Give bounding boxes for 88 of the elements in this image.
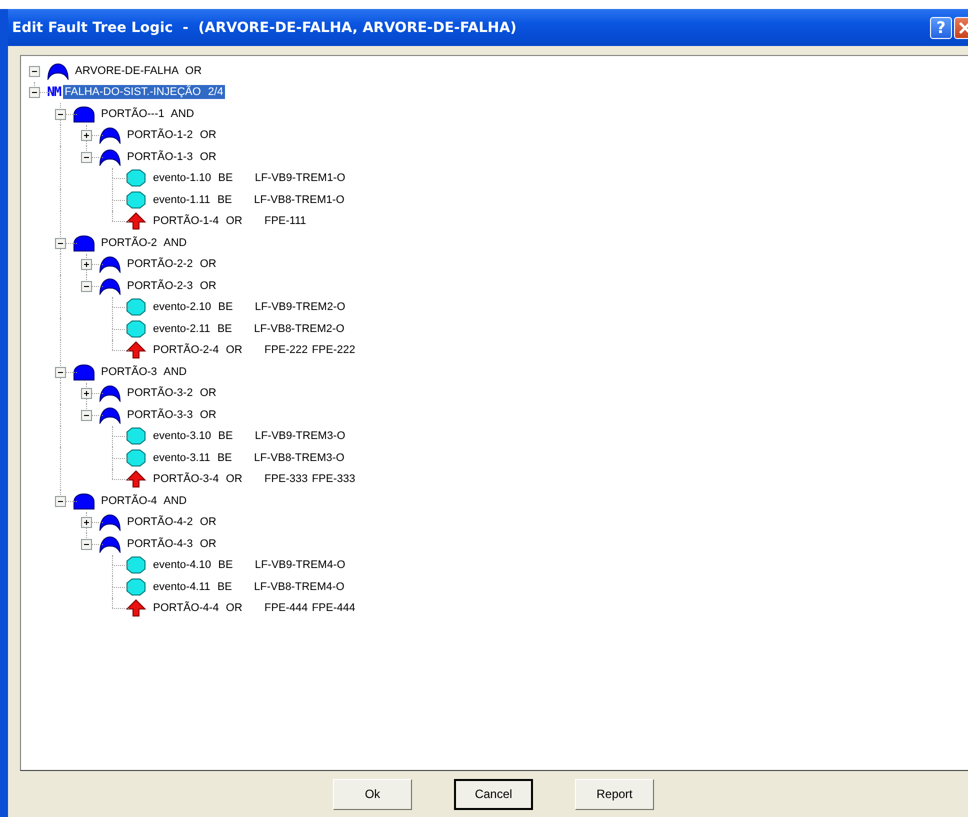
node-label[interactable]: PORTÃO-4 AND xyxy=(99,494,189,508)
expand-toggle[interactable] xyxy=(81,388,92,400)
node-code: FPE-333 FPE-333 xyxy=(264,473,356,486)
transfer-arrow-icon xyxy=(125,341,147,360)
plus-icon xyxy=(82,389,91,398)
collapse-toggle[interactable] xyxy=(81,152,92,163)
node-code: LF-VB8-TREM2-O xyxy=(254,322,344,335)
event-octagon-icon xyxy=(125,448,147,467)
node-code: LF-VB8-TREM4-O xyxy=(254,580,344,593)
expand-toggle[interactable] xyxy=(81,130,92,142)
close-icon xyxy=(958,20,968,34)
node-label[interactable]: PORTÃO-3-2 OR xyxy=(125,386,218,400)
node-label[interactable]: PORTÃO-2-2 OR xyxy=(125,257,218,272)
node-code: LF-VB8-TREM1-O xyxy=(254,194,344,206)
node-label[interactable]: evento-4.11 BE xyxy=(151,580,234,594)
node-code: FPE-444 FPE-444 xyxy=(264,602,356,614)
event-octagon-icon xyxy=(125,427,147,446)
node-label[interactable]: PORTÃO-1-4 OR xyxy=(151,214,244,228)
expand-toggle[interactable] xyxy=(81,517,92,528)
or-gate-icon xyxy=(99,406,121,424)
node-label[interactable]: evento-3.10 BE xyxy=(151,429,235,444)
and-gate-icon xyxy=(73,104,95,123)
dialog-button[interactable]: Report xyxy=(575,778,654,810)
event-octagon-icon xyxy=(125,169,147,188)
collapse-toggle[interactable] xyxy=(55,238,66,249)
node-code: LF-VB9-TREM3-O xyxy=(254,430,346,442)
event-octagon-icon xyxy=(125,298,147,316)
node-label[interactable]: PORTÃO-4-2 OR xyxy=(125,515,218,530)
or-gate-icon xyxy=(99,126,121,144)
transfer-arrow-icon xyxy=(125,470,147,488)
collapse-toggle[interactable] xyxy=(55,108,66,120)
node-label[interactable]: PORTÃO-2-3 OR xyxy=(125,278,218,293)
node-label[interactable]: evento-3.11 BE xyxy=(151,450,234,465)
or-gate-icon xyxy=(47,62,69,80)
dialog-button[interactable]: Cancel xyxy=(454,778,533,810)
or-gate-icon xyxy=(99,255,121,274)
expand-toggle[interactable] xyxy=(81,259,92,270)
window-title: Edit Fault Tree Logic - (ARVORE-DE-FALHA, ARVORE-DE-FALHA) xyxy=(12,20,518,36)
node-label[interactable]: evento-1.10 BE xyxy=(151,171,235,186)
node-code: FPE-222 FPE-222 xyxy=(264,344,356,356)
collapse-toggle[interactable] xyxy=(29,87,40,98)
or-gate-icon xyxy=(99,148,121,166)
node-label[interactable]: evento-1.11 BE xyxy=(151,192,234,207)
node-label[interactable]: PORTÃO-2-4 OR xyxy=(151,343,244,358)
nm-symbol: NM xyxy=(47,84,61,100)
dialog-button[interactable]: Ok xyxy=(333,778,412,810)
node-label[interactable]: PORTÃO-3 AND xyxy=(99,364,189,379)
event-octagon-icon xyxy=(125,190,147,209)
node-label[interactable]: PORTÃO-4-3 OR xyxy=(125,536,218,551)
node-label[interactable]: PORTÃO-3-3 OR xyxy=(125,408,218,422)
collapse-toggle[interactable] xyxy=(55,366,66,378)
collapse-toggle[interactable] xyxy=(81,410,92,421)
node-label[interactable]: evento-4.10 BE xyxy=(151,558,235,572)
node-label[interactable]: PORTÃO-1-2 OR xyxy=(125,128,218,142)
node-code: LF-VB9-TREM1-O xyxy=(254,172,346,184)
or-gate-icon xyxy=(99,276,121,295)
plus-icon xyxy=(82,518,91,528)
node-label[interactable]: PORTÃO-3-4 OR xyxy=(151,472,244,486)
node-code: LF-VB9-TREM2-O xyxy=(254,301,346,314)
node-label[interactable]: PORTÃO-2 AND xyxy=(99,236,189,250)
node-label[interactable]: evento-2.11 BE xyxy=(151,322,234,336)
collapse-toggle[interactable] xyxy=(29,66,40,77)
or-gate-icon xyxy=(99,384,121,402)
node-label[interactable]: FALHA-DO-SIST.-INJEÇÃO 2/4 xyxy=(62,85,226,100)
event-octagon-icon xyxy=(125,578,147,596)
node-label[interactable]: PORTÃO-4-4 OR xyxy=(151,601,244,616)
transfer-arrow-icon xyxy=(125,599,147,618)
node-code: LF-VB8-TREM3-O xyxy=(254,452,344,464)
node-code: LF-VB9-TREM4-O xyxy=(254,559,346,572)
node-label[interactable]: ARVORE-DE-FALHA OR xyxy=(73,64,204,78)
or-gate-icon xyxy=(99,534,121,553)
transfer-arrow-icon xyxy=(125,212,147,230)
event-octagon-icon xyxy=(125,556,147,574)
or-gate-icon xyxy=(99,513,121,532)
help-button[interactable]: ? xyxy=(930,16,952,38)
and-gate-icon xyxy=(73,362,95,381)
event-octagon-icon xyxy=(125,320,147,338)
node-code: FPE-111 xyxy=(264,215,306,228)
node-label[interactable]: evento-2.10 BE xyxy=(151,300,235,314)
and-gate-icon xyxy=(73,492,95,510)
collapse-toggle[interactable] xyxy=(81,538,92,550)
and-gate-icon xyxy=(73,234,95,252)
plus-icon xyxy=(82,131,91,140)
collapse-toggle[interactable] xyxy=(55,496,66,507)
plus-icon xyxy=(82,260,91,270)
node-label[interactable]: PORTÃO---1 AND xyxy=(99,106,196,121)
collapse-toggle[interactable] xyxy=(81,280,92,292)
node-label[interactable]: PORTÃO-1-3 OR xyxy=(125,150,218,164)
